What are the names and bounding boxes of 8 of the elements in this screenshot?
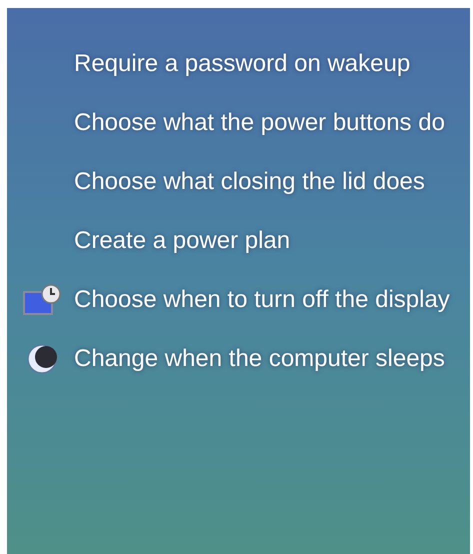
task-link[interactable]: Require a password on wakeup xyxy=(74,46,464,81)
task-link[interactable]: Change when the computer sleeps xyxy=(74,341,464,376)
task-link[interactable]: Choose when to turn off the display xyxy=(74,282,464,317)
moon-icon xyxy=(26,343,58,375)
monitor-clock-icon xyxy=(22,284,62,316)
task-link[interactable]: Choose what closing the lid does xyxy=(74,164,464,199)
task-link[interactable]: Create a power plan xyxy=(74,223,464,258)
task-link[interactable]: Choose what the power buttons do xyxy=(74,105,464,140)
